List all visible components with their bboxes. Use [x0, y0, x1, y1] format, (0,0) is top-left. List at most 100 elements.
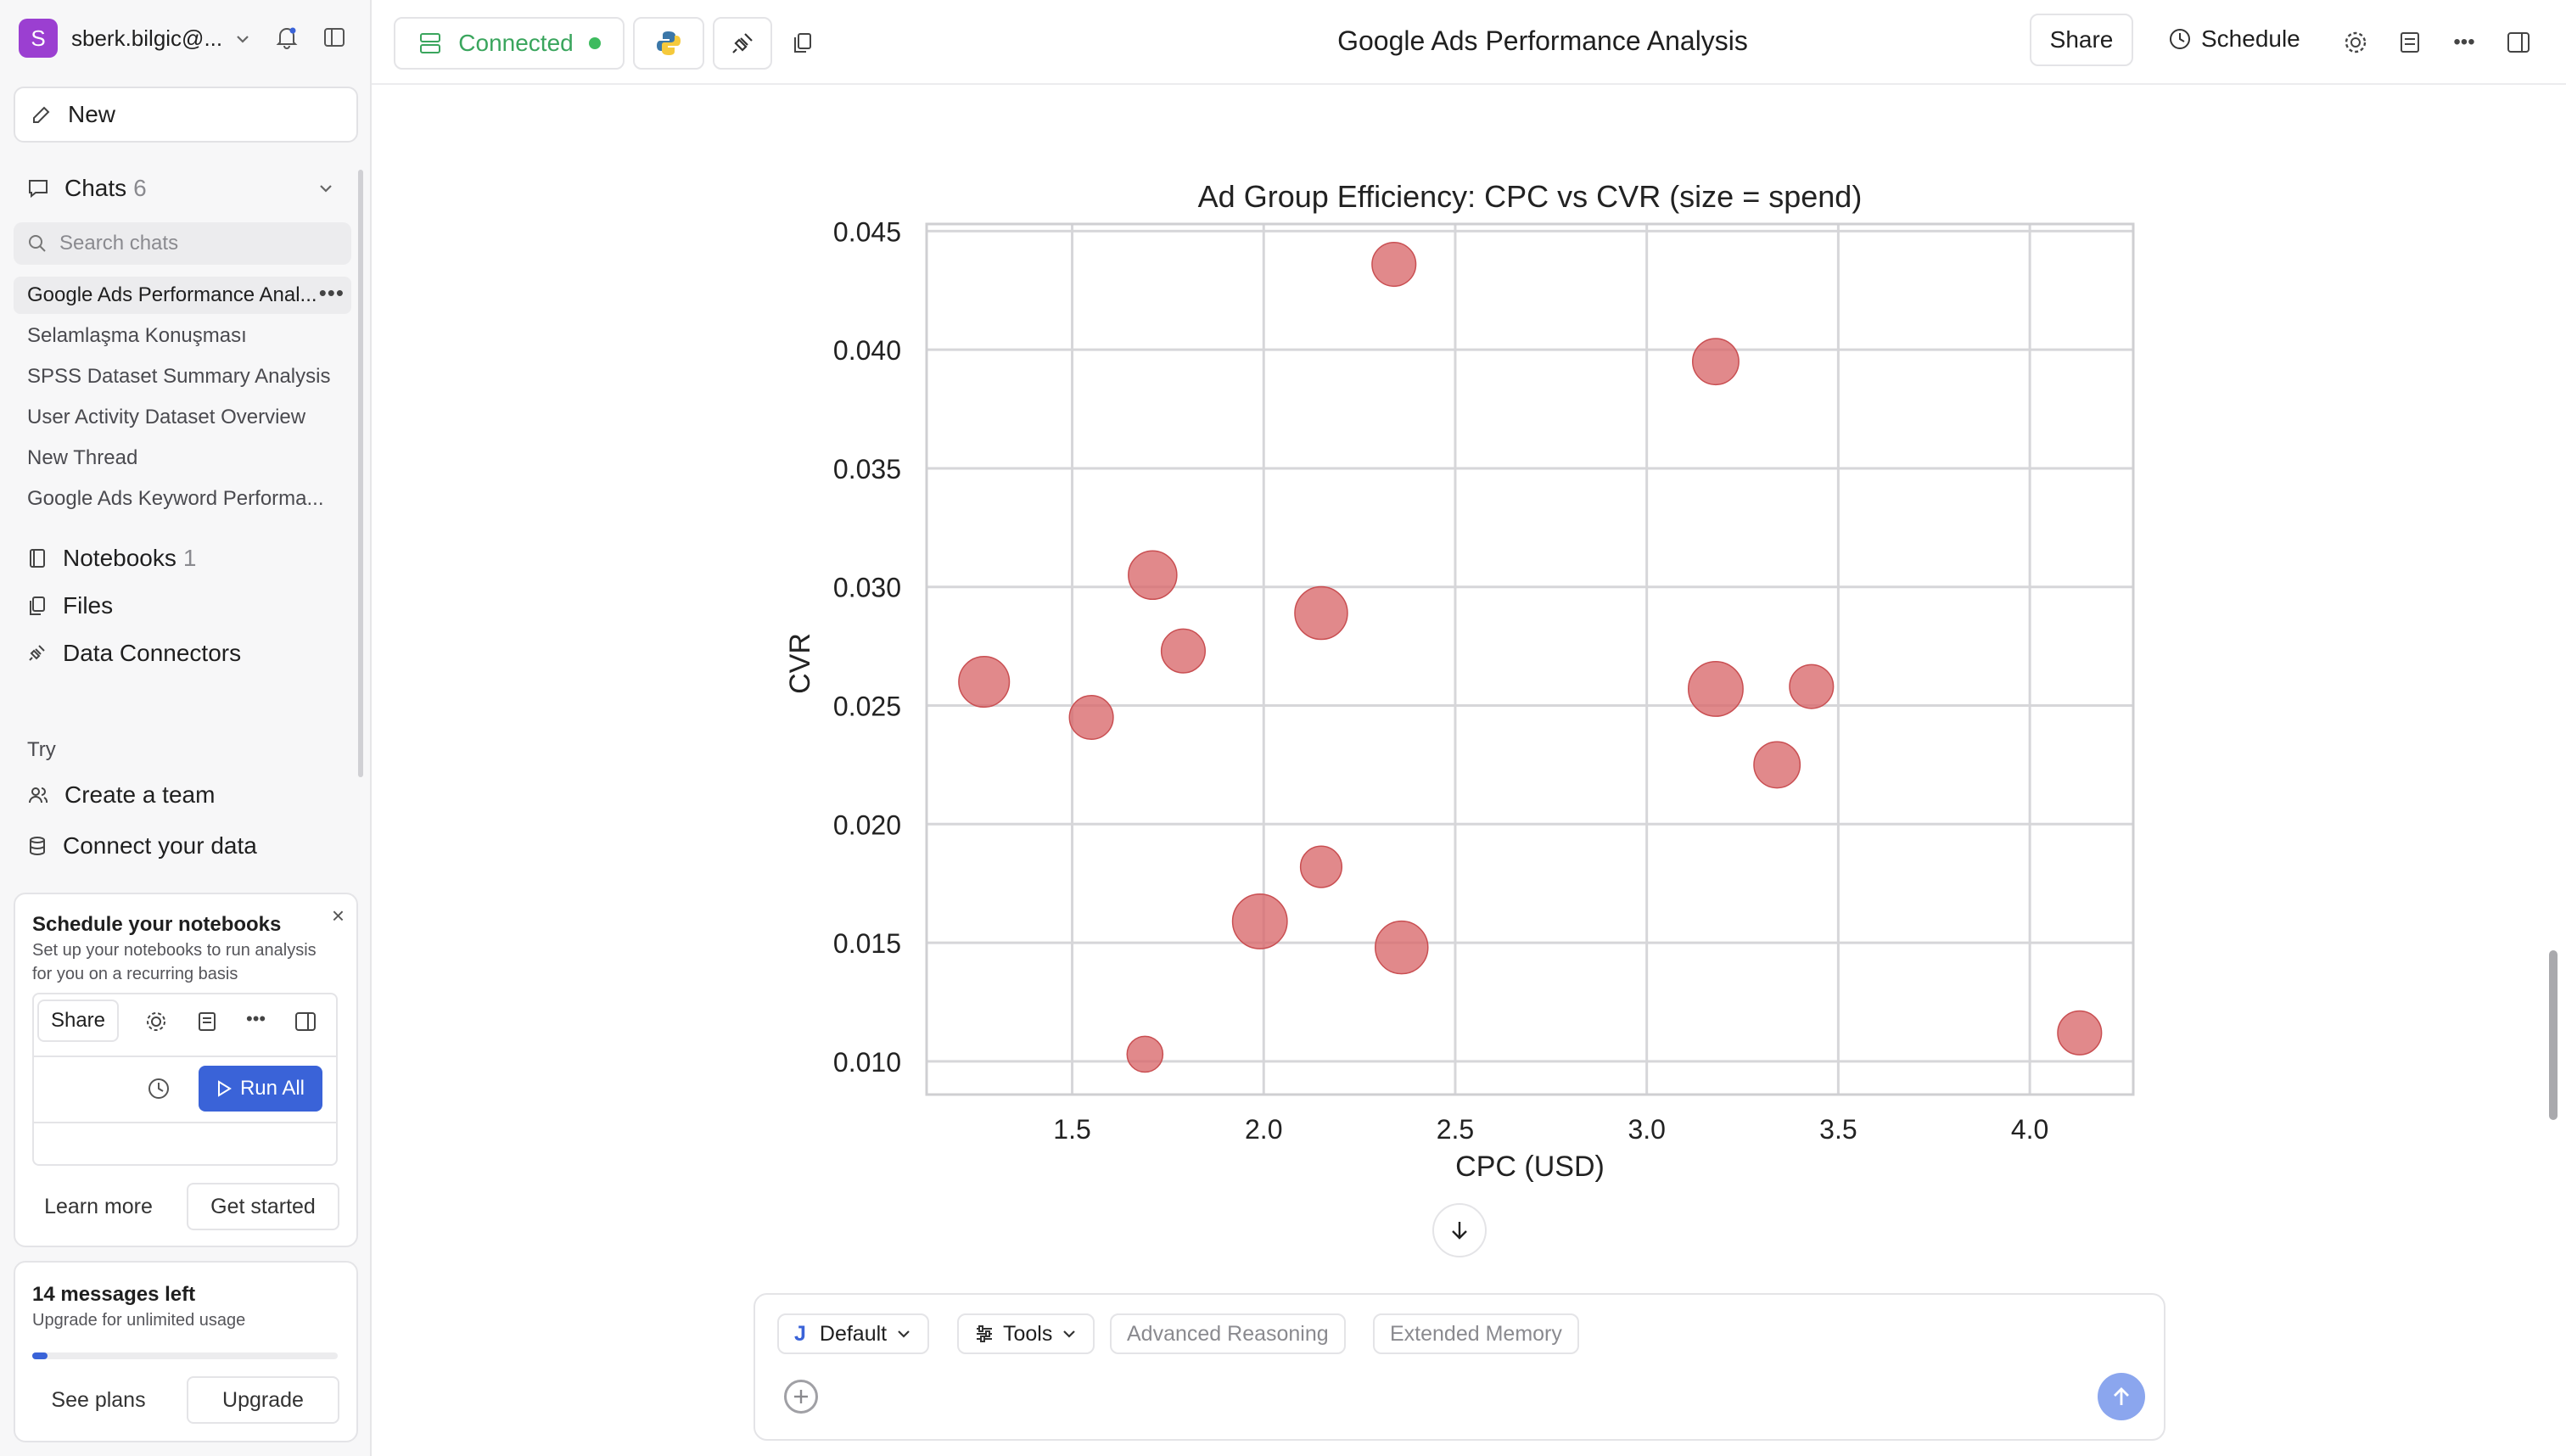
connect-data-link[interactable]: Connect your data [27, 828, 257, 864]
chevron-down-icon [1063, 1330, 1076, 1338]
model-selector[interactable]: J Default [777, 1313, 930, 1354]
chat-item[interactable]: SPSS Dataset Summary Analysis [14, 358, 351, 395]
schedule-card-title: Schedule your notebooks [32, 913, 282, 936]
copy-icon[interactable] [786, 25, 820, 59]
search-input[interactable] [59, 232, 331, 255]
sidebar-toggle-icon[interactable] [319, 22, 350, 53]
scatter-point [2057, 1010, 2103, 1056]
gear-icon [144, 1010, 168, 1038]
scroll-down-button[interactable] [1432, 1203, 1487, 1257]
chat-item[interactable]: Google Ads Performance Anal... ••• [14, 277, 351, 314]
chat-item[interactable]: New Thread [14, 440, 351, 477]
run-all-label: Run All [239, 1077, 305, 1100]
scatter-point [1299, 845, 1343, 888]
create-team-link[interactable]: Create a team [27, 777, 215, 813]
create-team-label: Create a team [64, 781, 216, 808]
chats-label: Chats [64, 175, 127, 201]
y-tick-label: 0.010 [833, 1047, 901, 1078]
chat-item[interactable]: Selamlaşma Konuşması [14, 317, 351, 355]
sidebar-scrollbar[interactable] [358, 170, 363, 777]
scatter-point [1068, 694, 1114, 741]
x-tick-label: 3.5 [1819, 1114, 1857, 1145]
send-button[interactable] [2098, 1373, 2145, 1420]
schedule-promo-card: × Schedule your notebooks Set up your no… [14, 893, 358, 1247]
x-tick-label: 1.5 [1053, 1114, 1090, 1145]
y-tick-label: 0.035 [833, 454, 901, 484]
x-tick-label: 2.5 [1437, 1114, 1474, 1145]
panel-toggle-icon[interactable] [2502, 25, 2535, 59]
divider [34, 1122, 336, 1123]
try-label: Try [27, 738, 56, 761]
usage-progress-fill [32, 1352, 48, 1359]
notebooks-count: 1 [182, 545, 197, 571]
scatter-point [1789, 664, 1835, 709]
scatter-point [1128, 550, 1178, 601]
x-tick-label: 3.0 [1628, 1114, 1665, 1145]
edit-icon [33, 106, 50, 123]
tools-selector[interactable]: Tools [957, 1313, 1095, 1354]
chats-section-header[interactable]: Chats 6 [27, 171, 147, 205]
learn-more-button[interactable]: Learn more [31, 1183, 166, 1230]
more-options-icon[interactable]: ••• [319, 280, 345, 306]
main-scrollbar[interactable] [2549, 950, 2558, 1120]
scatter-point [1231, 893, 1288, 949]
files-label: Files [63, 592, 114, 619]
chats-count: 6 [133, 175, 147, 201]
connection-status[interactable]: Connected [394, 17, 625, 70]
python-kernel-button[interactable] [633, 17, 704, 70]
share-button[interactable]: Share [2030, 14, 2133, 66]
account-name: sberk.bilgic@... [71, 25, 223, 51]
tools-label: Tools [1003, 1321, 1053, 1346]
connected-label: Connected [458, 30, 574, 56]
report-icon [195, 1010, 219, 1038]
data-connectors-label: Data Connectors [63, 640, 242, 666]
attach-plus-icon[interactable] [784, 1380, 818, 1414]
close-icon[interactable]: × [332, 903, 345, 929]
usage-card: 14 messages left Upgrade for unlimited u… [14, 1261, 358, 1442]
preview-share-button: Share [37, 1000, 119, 1042]
scatter-point [958, 656, 1011, 708]
advanced-reasoning-toggle[interactable]: Advanced Reasoning [1110, 1313, 1346, 1354]
more-options-icon[interactable]: ••• [2447, 25, 2481, 59]
extended-memory-toggle[interactable]: Extended Memory [1373, 1313, 1579, 1354]
schedule-preview: Share ••• Run All [32, 993, 338, 1166]
chevron-down-icon[interactable] [311, 173, 341, 204]
clock-icon [146, 1076, 171, 1106]
chat-item[interactable]: User Activity Dataset Overview [14, 399, 351, 436]
new-button[interactable]: New [14, 87, 358, 143]
model-icon: J [794, 1321, 806, 1346]
y-tick-label: 0.040 [833, 335, 901, 366]
schedule-card-subtitle-line1: Set up your notebooks to run analysis [32, 941, 317, 960]
chat-item[interactable]: Google Ads Keyword Performa... [14, 480, 351, 518]
sidebar-item-files[interactable]: Files [27, 588, 113, 624]
chevron-down-icon[interactable] [227, 24, 258, 54]
bell-icon[interactable] [272, 22, 302, 53]
plot-frame [925, 222, 2135, 1096]
see-plans-button[interactable]: See plans [31, 1376, 166, 1424]
message-composer[interactable]: J Default Tools Advanced Reasoning Exten… [754, 1293, 2165, 1441]
chart-ylabel: CVR [784, 633, 816, 694]
search-chats[interactable] [14, 222, 351, 265]
upgrade-button[interactable]: Upgrade [187, 1376, 339, 1424]
preview-run-all-button: Run All [199, 1066, 322, 1112]
sliders-icon [977, 1325, 992, 1342]
sidebar-item-data-connectors[interactable]: Data Connectors [27, 636, 241, 671]
schedule-button[interactable]: Schedule [2167, 25, 2300, 53]
scatter-point [1375, 920, 1429, 975]
report-icon[interactable] [2393, 25, 2427, 59]
chat-item-label: User Activity Dataset Overview [27, 406, 306, 428]
y-tick-label: 0.015 [833, 928, 901, 959]
chat-item-label: New Thread [27, 446, 138, 469]
y-tick-label: 0.025 [833, 692, 901, 722]
messages-left: 14 messages left [32, 1283, 196, 1306]
account-switcher[interactable]: S sberk.bilgic@... [19, 19, 358, 58]
gear-icon[interactable] [2339, 25, 2373, 59]
connectors-button[interactable] [713, 17, 772, 70]
sidebar-item-notebooks[interactable]: Notebooks 1 [27, 540, 196, 576]
sidebar: S sberk.bilgic@... New Chats 6 Google Ad… [0, 0, 372, 1456]
usage-progress-bar [32, 1352, 338, 1359]
scatter-point [1294, 585, 1348, 641]
status-dot [588, 37, 601, 49]
get-started-button[interactable]: Get started [187, 1183, 339, 1230]
chart-ticks: 1.5 2.0 2.5 3.0 3.5 4.0 0.010 0.015 0.020 0.025 0.… [833, 216, 2048, 1145]
